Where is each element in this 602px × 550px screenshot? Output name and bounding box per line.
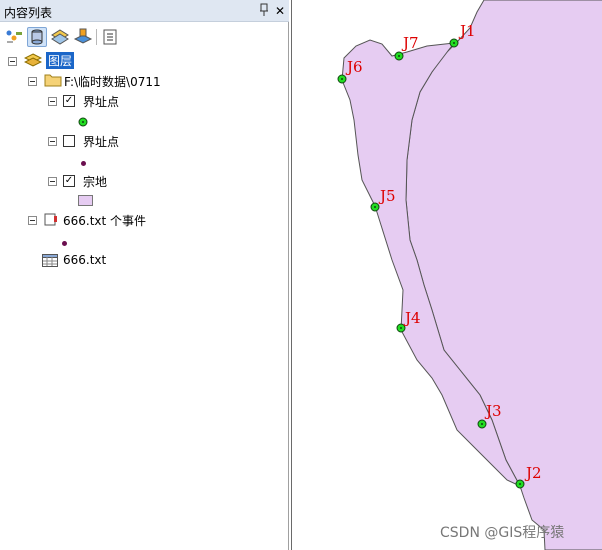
collapse-icon[interactable] [28, 216, 37, 225]
collapse-icon[interactable] [48, 97, 57, 106]
toc-toolbar [0, 24, 289, 50]
layer-label[interactable]: 宗地 [83, 173, 107, 190]
layer-label[interactable]: 界址点 [83, 93, 119, 110]
label-J3: J3 [484, 402, 502, 420]
table-of-contents-panel: 内容列表 ✕ 图层 F:\临时数据\0711 ✓ 界址点 界址点 ✓ 宗地 66… [0, 0, 289, 550]
list-by-source-icon[interactable] [27, 27, 47, 47]
tree-folder[interactable]: F:\临时数据\0711 [26, 72, 276, 90]
label-J4: J4 [403, 309, 421, 327]
polygon-symbol-icon [78, 195, 93, 206]
collapse-icon[interactable] [28, 77, 37, 86]
layer-item[interactable]: 界址点 [46, 132, 276, 150]
layer-item[interactable]: ✓ 界址点 [46, 92, 276, 110]
app-window: 内容列表 ✕ 图层 F:\临时数据\0711 ✓ 界址点 界址点 ✓ 宗地 66… [0, 0, 602, 550]
event-layer-item[interactable]: 666.txt 个事件 [26, 211, 276, 229]
list-by-visibility-icon[interactable] [50, 27, 70, 47]
map-canvas[interactable]: J1 J7 J6 J5 J4 J3 J2 [292, 0, 602, 550]
green-point-symbol-icon [78, 116, 88, 130]
event-point-symbol-icon [61, 236, 68, 250]
layer-label[interactable]: 界址点 [83, 133, 119, 150]
root-label[interactable]: 图层 [46, 52, 75, 69]
options-icon[interactable] [100, 27, 120, 47]
toolbar-separator [96, 29, 97, 45]
pin-icon[interactable] [256, 3, 272, 19]
tree-root-layers[interactable]: 图层 [6, 52, 276, 70]
label-J2: J2 [524, 464, 542, 482]
layer-visibility-checkbox[interactable]: ✓ [63, 175, 75, 187]
label-J5: J5 [378, 187, 396, 205]
layers-icon [23, 52, 43, 71]
label-J6: J6 [345, 58, 363, 76]
point-J4[interactable] [396, 323, 406, 333]
map-view[interactable]: J1 J7 J6 J5 J4 J3 J2 [291, 0, 602, 550]
table-label[interactable]: 666.txt [63, 253, 106, 267]
event-layer-icon [44, 213, 58, 230]
point-J3[interactable] [477, 419, 487, 429]
folder-icon [44, 73, 62, 90]
layer-visibility-checkbox[interactable]: ✓ [63, 95, 75, 107]
table-icon [42, 254, 58, 270]
point-J5[interactable] [370, 202, 380, 212]
dark-point-symbol-icon [80, 156, 87, 170]
point-J2[interactable] [515, 479, 525, 489]
point-J6[interactable] [337, 74, 347, 84]
label-J7: J7 [401, 34, 419, 52]
point-J1[interactable] [449, 38, 459, 48]
list-by-selection-icon[interactable] [73, 27, 93, 47]
layer-item[interactable]: ✓ 宗地 [46, 172, 276, 190]
panel-title-bar: 内容列表 ✕ [0, 0, 289, 22]
layer-visibility-checkbox[interactable] [63, 135, 75, 147]
panel-title: 内容列表 [4, 6, 53, 20]
event-layer-label[interactable]: 666.txt 个事件 [63, 212, 146, 229]
collapse-icon[interactable] [48, 137, 57, 146]
collapse-icon[interactable] [48, 177, 57, 186]
close-icon[interactable]: ✕ [272, 3, 288, 19]
folder-label[interactable]: F:\临时数据\0711 [64, 73, 161, 90]
list-by-drawing-order-icon[interactable] [4, 27, 24, 47]
table-item[interactable]: 666.txt [40, 252, 276, 270]
label-J1: J1 [458, 22, 476, 40]
watermark-text: CSDN @GIS程序猿 [440, 525, 565, 541]
collapse-icon[interactable] [8, 57, 17, 66]
point-J7[interactable] [394, 51, 404, 61]
